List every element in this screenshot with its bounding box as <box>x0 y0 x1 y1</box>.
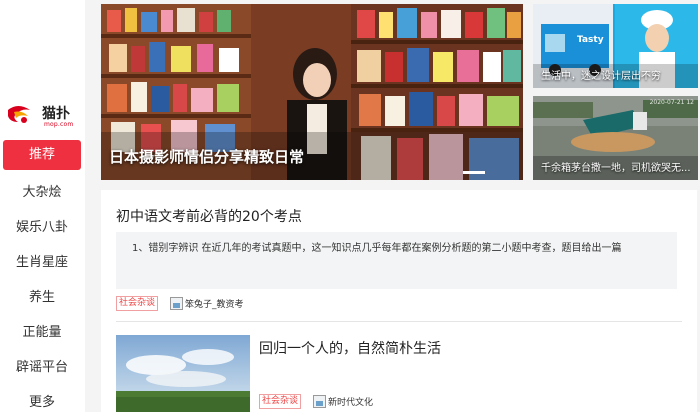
nav-item-potpourri[interactable]: 大杂烩 <box>3 175 81 210</box>
feed-divider <box>116 321 682 322</box>
side-card-1-caption[interactable]: 生活中，迷之设计层出不穷 <box>541 67 661 82</box>
hero-slider[interactable]: 日本摄影师情侣分享精致日常 <box>101 4 523 180</box>
nav-item-zodiac[interactable]: 生肖星座 <box>3 245 81 280</box>
article-1-excerpt: 1、错别字辨识 在近几年的考试真题中，这一知识点几乎每年都在案例分析题的第二小题… <box>132 243 622 254</box>
article-2-source[interactable]: 新时代文化 <box>328 395 373 408</box>
article-1-excerpt-box[interactable]: 1、错别字辨识 在近几年的考试真题中，这一知识点几乎每年都在案例分析题的第二小题… <box>116 232 677 289</box>
side-card-2-caption[interactable]: 千余箱茅台撒一地，司机欲哭无... <box>541 159 691 174</box>
article-1-tag[interactable]: 社会杂谈 <box>116 296 159 311</box>
source-avatar-icon <box>313 395 327 408</box>
logo-url: mop.com <box>44 121 74 128</box>
slider-dot-active[interactable] <box>463 171 485 174</box>
side-card-1[interactable]: Tasty 生活中，迷之设计层出不穷 <box>533 4 698 88</box>
article-feed: 初中语文考前必背的20个考点 1、错别字辨识 在近几年的考试真题中，这一知识点几… <box>101 190 697 412</box>
article-2-title[interactable]: 回归一个人的，自然简朴生活 <box>259 338 441 358</box>
article-2-thumbnail[interactable] <box>116 335 250 412</box>
nav-item-recommend[interactable]: 推荐 <box>3 140 81 170</box>
side-card-2[interactable]: 2020-07-21 12 千余箱茅台撒一地，司机欲哭无... <box>533 96 698 180</box>
article-2-meta: 社会杂谈 新时代文化 <box>259 394 373 409</box>
side-card-2-timestamp: 2020-07-21 12 <box>649 99 694 106</box>
article-2-tag[interactable]: 社会杂谈 <box>259 394 302 409</box>
nav-item-rumor-platform[interactable]: 辟谣平台 <box>3 350 81 385</box>
logo-mark-text: 猫扑 <box>42 105 70 122</box>
nav-item-health[interactable]: 养生 <box>3 280 81 315</box>
article-2-image <box>116 335 250 412</box>
sidebar: 猫扑 mop.com 推荐 大杂烩 娱乐八卦 生肖星座 养生 正能量 辟谣平台 … <box>0 0 85 412</box>
sidebar-nav: 推荐 大杂烩 娱乐八卦 生肖星座 养生 正能量 辟谣平台 更多 <box>3 140 81 412</box>
article-1-meta: 社会杂谈 笨兔子_教资考 <box>116 296 244 311</box>
van-lettering: Tasty <box>577 35 604 45</box>
source-avatar-icon <box>170 297 184 310</box>
nav-item-positive-energy[interactable]: 正能量 <box>3 315 81 350</box>
hero-caption[interactable]: 日本摄影师情侣分享精致日常 <box>109 146 304 167</box>
nav-item-gossip[interactable]: 娱乐八卦 <box>3 210 81 245</box>
article-1-source[interactable]: 笨兔子_教资考 <box>185 297 244 310</box>
nav-item-more[interactable]: 更多 <box>3 385 81 412</box>
page: 猫扑 mop.com 推荐 大杂烩 娱乐八卦 生肖星座 养生 正能量 辟谣平台 … <box>0 0 700 412</box>
article-1-title[interactable]: 初中语文考前必背的20个考点 <box>116 206 302 226</box>
